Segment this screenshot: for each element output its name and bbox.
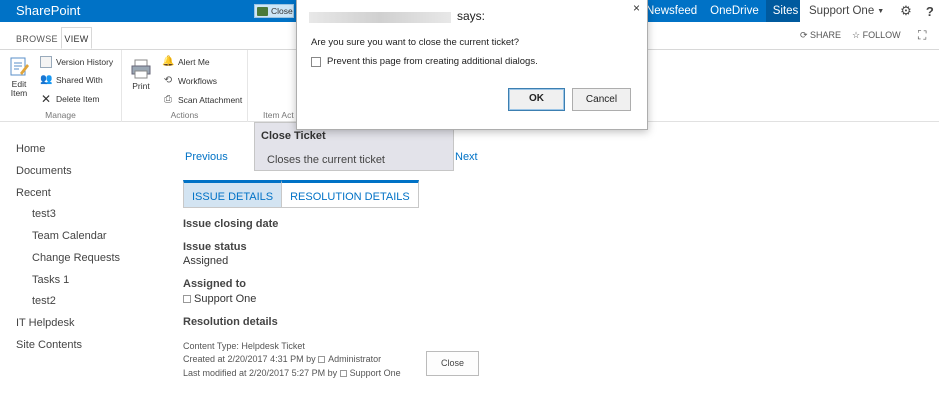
prevent-dialogs-option[interactable]: Prevent this page from creating addition… — [311, 56, 538, 67]
issue-status-value: Assigned — [183, 255, 229, 267]
resolution-details-label: Resolution details — [183, 316, 278, 328]
presence-icon — [339, 370, 347, 378]
nav-item-test2[interactable]: test2 — [32, 295, 56, 307]
scan-icon: ⎙ — [164, 94, 172, 105]
nav-item-it-helpdesk[interactable]: IT Helpdesk — [16, 317, 75, 329]
tab-browse[interactable]: BROWSE — [16, 28, 58, 50]
previous-link[interactable]: Previous — [185, 151, 228, 163]
ribbon-group-item-actions: Item Act — [248, 50, 298, 122]
sharepoint-brand[interactable]: SharePoint — [16, 3, 80, 18]
alert-me-label: Alert Me — [178, 57, 210, 67]
nav-item-change-requests[interactable]: Change Requests — [32, 252, 120, 264]
alert-me-button[interactable]: 🔔 Alert Me — [162, 56, 210, 68]
suite-nav: Newsfeed OneDrive Sites — [646, 0, 806, 22]
delete-item-button[interactable]: ✕ Delete Item — [40, 92, 100, 106]
delete-icon: ✕ — [40, 92, 52, 106]
tab-view[interactable]: VIEW — [61, 27, 92, 49]
detail-tabs: ISSUE DETAILS RESOLUTION DETAILS — [183, 180, 419, 208]
nav-item-team-calendar[interactable]: Team Calendar — [32, 230, 107, 242]
confirm-dialog: says: × Are you sure you want to close t… — [296, 0, 648, 130]
modified-text: Last modified at 2/20/2017 5:27 PM by — [183, 368, 338, 378]
onedrive-link[interactable]: OneDrive — [710, 5, 759, 17]
people-icon: 👥 — [40, 74, 53, 85]
focus-content-icon[interactable]: ⛶ — [918, 28, 926, 43]
nav-item-recent[interactable]: Recent — [16, 187, 51, 199]
presence-icon — [318, 356, 326, 364]
star-icon: ☆ — [852, 30, 863, 40]
prevent-dialogs-label: Prevent this page from creating addition… — [327, 56, 538, 67]
modified-by-user[interactable]: Support One — [350, 368, 401, 378]
close-button[interactable]: Close — [426, 351, 479, 376]
close-ticket-icon — [257, 6, 268, 16]
share-icon: ⟳ — [800, 30, 811, 40]
newsfeed-link[interactable]: Newsfeed — [646, 5, 697, 17]
modified-info: Last modified at 2/20/2017 5:27 PM by Su… — [183, 368, 401, 378]
printer-icon — [131, 59, 151, 79]
nav-item-home[interactable]: Home — [16, 143, 45, 155]
ribbon-group-manage: Edit Item Version History 👥 Shared With … — [0, 50, 122, 122]
help-icon[interactable]: ? — [926, 4, 934, 19]
dialog-says: says: — [457, 9, 486, 23]
tab-issue-details[interactable]: ISSUE DETAILS — [183, 180, 283, 208]
user-name[interactable]: Support One — [809, 5, 874, 17]
close-icon[interactable]: × — [633, 1, 640, 15]
nav-item-tasks-1[interactable]: Tasks 1 — [32, 274, 69, 286]
nav-item-documents[interactable]: Documents — [16, 165, 72, 177]
shared-with-label: Shared With — [56, 75, 103, 85]
tooltip-body: Closes the current ticket — [267, 154, 385, 166]
edit-item-icon — [10, 57, 29, 76]
print-button[interactable]: Print — [128, 58, 154, 91]
edit-item-label-2: Item — [10, 88, 28, 98]
assigned-to-field: Support One — [183, 293, 256, 305]
cancel-button[interactable]: Cancel — [572, 88, 631, 111]
created-text: Created at 2/20/2017 4:31 PM by — [183, 354, 316, 364]
ribbon-group-actions: Print 🔔 Alert Me ⟲ Workflows ⎙ Scan Atta… — [122, 50, 248, 122]
created-by-user[interactable]: Administrator — [328, 354, 381, 364]
shared-with-button[interactable]: 👥 Shared With — [40, 74, 103, 86]
edit-item-button[interactable]: Edit Item — [6, 56, 32, 98]
chevron-down-icon: ▼ — [877, 7, 885, 15]
assigned-to-value[interactable]: Support One — [194, 293, 256, 305]
user-menu[interactable]: Support One ▼ ⚙ ? — [800, 0, 939, 22]
workflows-label: Workflows — [178, 76, 218, 86]
share-label: SHARE — [810, 30, 842, 40]
dialog-message: Are you sure you want to close the curre… — [311, 37, 520, 48]
ok-button[interactable]: OK — [508, 88, 565, 111]
close-ticket-button[interactable]: Close — [254, 4, 294, 18]
prevent-dialogs-checkbox[interactable] — [311, 56, 321, 67]
version-history-label: Version History — [56, 57, 114, 67]
created-info: Created at 2/20/2017 4:31 PM by Administ… — [183, 354, 381, 364]
dialog-origin-redacted — [309, 12, 451, 23]
nav-item-test3[interactable]: test3 — [32, 208, 56, 220]
content-type: Content Type: Helpdesk Ticket — [183, 341, 305, 351]
nav-item-site-contents[interactable]: Site Contents — [16, 339, 82, 351]
bell-icon: 🔔 — [162, 56, 175, 67]
assigned-to-label: Assigned to — [183, 278, 246, 290]
workflow-icon: ⟲ — [163, 75, 173, 86]
group-label-manage: Manage — [45, 110, 76, 120]
scan-attachment-button[interactable]: ⎙ Scan Attachment — [162, 94, 242, 106]
tab-resolution-details[interactable]: RESOLUTION DETAILS — [282, 180, 419, 208]
version-history-button[interactable]: Version History — [40, 56, 113, 68]
delete-item-label: Delete Item — [56, 94, 100, 104]
issue-status-label: Issue status — [183, 241, 247, 253]
scan-attachment-label: Scan Attachment — [178, 95, 243, 105]
next-link[interactable]: Next — [455, 151, 478, 163]
follow-button[interactable]: ☆ FOLLOW — [852, 30, 901, 41]
close-ticket-label: Close — [271, 6, 293, 16]
gear-icon[interactable]: ⚙ — [900, 3, 912, 19]
version-history-icon — [40, 56, 52, 68]
tooltip-title: Close Ticket — [261, 130, 326, 142]
presence-icon — [183, 295, 191, 304]
follow-label: FOLLOW — [862, 30, 901, 40]
group-label-actions: Actions — [170, 110, 199, 120]
share-button[interactable]: ⟳ SHARE — [800, 30, 841, 41]
print-label: Print — [132, 81, 150, 91]
workflows-button[interactable]: ⟲ Workflows — [162, 75, 217, 87]
issue-closing-date-label: Issue closing date — [183, 218, 279, 230]
